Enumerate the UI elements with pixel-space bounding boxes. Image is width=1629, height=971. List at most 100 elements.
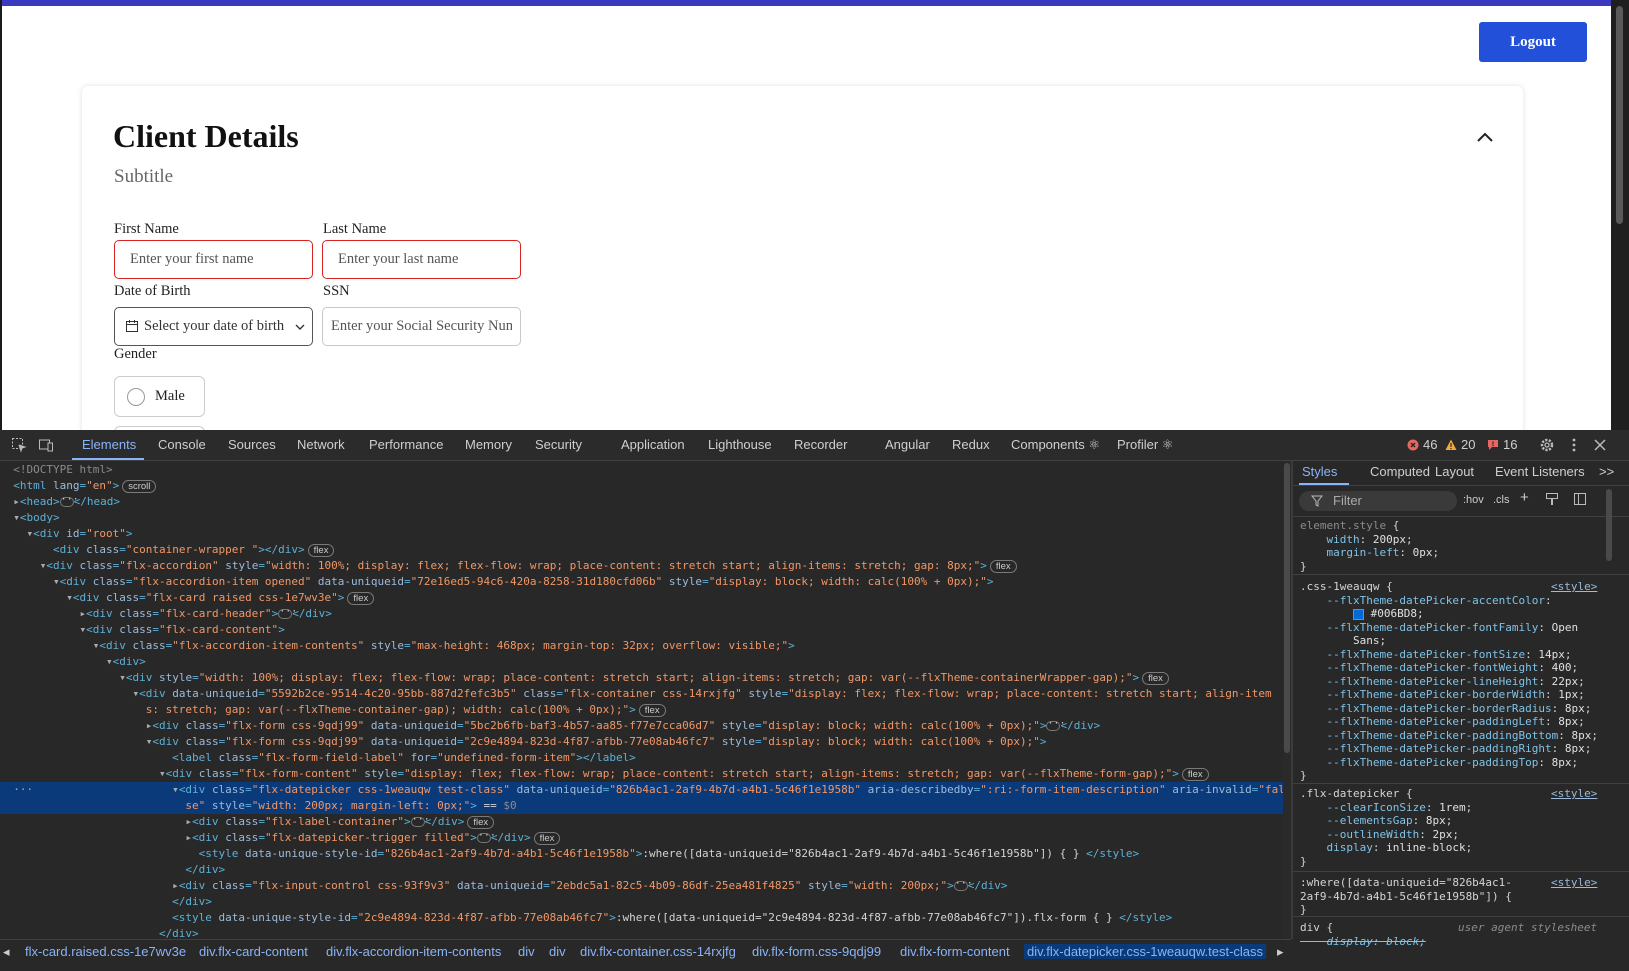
dom-node[interactable]: ▾<div> xyxy=(0,654,1283,670)
paint-brush-icon[interactable] xyxy=(1545,492,1559,506)
breadcrumb-scroll-right[interactable]: ▸ xyxy=(1277,944,1284,960)
dom-node[interactable]: <!DOCTYPE html> xyxy=(0,462,1283,478)
style-source-link[interactable]: <style> xyxy=(1551,580,1597,594)
dom-node[interactable]: ▾<div class="flx-accordion" style="width… xyxy=(0,558,1283,574)
page-scrollbar-thumb[interactable] xyxy=(1616,6,1623,224)
device-toolbar-icon[interactable] xyxy=(38,437,54,453)
dom-node[interactable]: ▾<div class="flx-accordion-item opened" … xyxy=(0,574,1283,590)
styles-scrollbar-thumb[interactable] xyxy=(1606,489,1612,561)
dom-node[interactable]: ▸<head>···</head> xyxy=(0,494,1283,510)
elements-tree[interactable]: <!DOCTYPE html> <html lang="en"> scroll ▸… xyxy=(0,461,1283,939)
breadcrumb-item[interactable]: div.flx-form.css-9qdj99 xyxy=(752,944,881,959)
style-source-link[interactable]: <style> xyxy=(1551,876,1597,890)
breadcrumb-item[interactable]: div xyxy=(518,944,535,959)
tab-profiler[interactable]: Profiler ⚛ xyxy=(1117,437,1173,453)
dom-node[interactable]: ▸<div class="flx-card-header">···</div> xyxy=(0,606,1283,622)
dom-node[interactable]: ▾<body> xyxy=(0,510,1283,526)
chevron-down-icon xyxy=(295,324,305,330)
logout-button[interactable]: Logout xyxy=(1479,22,1587,62)
dom-node[interactable]: ▾<div class="flx-form css-9qdj99" data-u… xyxy=(0,734,1283,750)
tab-recorder[interactable]: Recorder xyxy=(794,437,847,452)
divider xyxy=(1293,783,1629,784)
tab-computed[interactable]: Computed xyxy=(1370,465,1430,479)
style-rule[interactable]: element.style { width: 200px; margin-lef… xyxy=(1300,519,1439,573)
breadcrumb-scroll-left[interactable]: ◂ xyxy=(3,944,10,960)
tab-lighthouse[interactable]: Lighthouse xyxy=(708,437,772,452)
tab-application[interactable]: Application xyxy=(621,437,685,452)
dom-node[interactable]: <div class="container-wrapper "></div> fl… xyxy=(0,542,1283,558)
dom-node-selected[interactable]: ··· ▾<div class="flx-datepicker css-1wea… xyxy=(0,782,1283,798)
dom-node[interactable]: </div> xyxy=(0,862,1283,878)
page-scrollbar[interactable] xyxy=(1611,0,1629,430)
breadcrumb-item-active[interactable]: div.flx-datepicker.css-1weauqw.test-clas… xyxy=(1024,944,1267,959)
tab-console[interactable]: Console xyxy=(158,437,206,452)
dom-node[interactable]: ▸<div class="flx-label-container">···</d… xyxy=(0,814,1283,830)
styles-filter-input[interactable]: Filter xyxy=(1299,491,1457,511)
style-rule[interactable]: div { display: block; xyxy=(1300,921,1426,948)
elements-scrollbar-thumb[interactable] xyxy=(1284,463,1290,753)
dom-node[interactable]: ▾<div data-uniqueid="5592b2ce-9514-4c20-… xyxy=(0,686,1283,702)
ssn-input[interactable] xyxy=(322,307,521,346)
color-swatch[interactable] xyxy=(1352,608,1364,620)
inspect-element-icon[interactable] xyxy=(11,437,27,453)
first-name-input[interactable] xyxy=(114,240,313,279)
breadcrumb-item[interactable]: div xyxy=(549,944,566,959)
dom-node[interactable]: <html lang="en"> scroll xyxy=(0,478,1283,494)
tab-angular[interactable]: Angular xyxy=(885,437,930,452)
style-rule[interactable]: :where([data-uniqueid="826b4ac1- 2af9-4b… xyxy=(1300,876,1512,917)
style-source-link[interactable]: <style> xyxy=(1551,787,1597,801)
breadcrumb-item[interactable]: div.flx-accordion-item-contents xyxy=(326,944,501,959)
tab-styles[interactable]: Styles xyxy=(1302,465,1337,479)
tab-elements[interactable]: Elements xyxy=(82,437,136,452)
styles-scrollbar[interactable] xyxy=(1605,487,1613,937)
style-rule[interactable]: .css-1weauqw { --flxTheme-datePicker-acc… xyxy=(1300,580,1598,783)
breadcrumb-item[interactable]: flx-card.raised.css-1e7wv3e xyxy=(25,944,186,959)
dom-node[interactable]: </div> xyxy=(0,894,1283,910)
tab-redux[interactable]: Redux xyxy=(952,437,990,452)
dom-node[interactable]: ▸<div class="flx-datepicker-trigger fill… xyxy=(0,830,1283,846)
class-toggle-button[interactable]: .cls xyxy=(1493,494,1510,508)
gender-option-male[interactable]: Male xyxy=(114,376,205,417)
dom-node[interactable]: ▸<div class="flx-input-control css-93f9v… xyxy=(0,878,1283,894)
tab-layout[interactable]: Layout xyxy=(1435,465,1474,479)
more-options-icon[interactable] xyxy=(1566,437,1582,453)
dom-node[interactable]: ▾<div class="flx-card-content"> xyxy=(0,622,1283,638)
breadcrumb-item[interactable]: div.flx-form-content xyxy=(900,944,1010,959)
close-icon[interactable] xyxy=(1592,437,1608,453)
dom-node[interactable]: <style data-unique-style-id="826b4ac1-2a… xyxy=(0,846,1283,862)
tab-security[interactable]: Security xyxy=(535,437,582,452)
chevron-up-icon[interactable] xyxy=(1475,130,1495,144)
tab-sources[interactable]: Sources xyxy=(228,437,276,452)
dob-label: Date of Birth xyxy=(114,283,191,299)
dom-node[interactable]: ▾<div class="flx-card raised css-1e7wv3e… xyxy=(0,590,1283,606)
last-name-input[interactable] xyxy=(322,240,521,279)
gear-icon[interactable] xyxy=(1539,437,1555,453)
dom-node[interactable]: </div> xyxy=(0,926,1283,939)
dob-datepicker-trigger[interactable]: Select your date of birth xyxy=(114,307,313,346)
error-count[interactable]: 46 xyxy=(1423,437,1437,452)
issues-count[interactable]: 16 xyxy=(1503,437,1517,452)
dom-node[interactable]: ▾<div class="flx-accordion-item-contents… xyxy=(0,638,1283,654)
breadcrumb-item[interactable]: div.flx-container.css-14rxjfg xyxy=(580,944,736,959)
dom-node[interactable]: ▾<div style="width: 100%; display: flex;… xyxy=(0,670,1283,686)
breadcrumb-item[interactable]: div.flx-card-content xyxy=(199,944,308,959)
dom-node[interactable]: s: stretch; gap: var(--flxTheme-containe… xyxy=(0,702,1283,718)
dom-node[interactable]: ▸<div class="flx-form css-9qdj99" data-u… xyxy=(0,718,1283,734)
sidebar-toggle-icon[interactable] xyxy=(1573,492,1587,506)
tab-performance[interactable]: Performance xyxy=(369,437,443,452)
dom-node[interactable]: <style data-unique-style-id="2c9e4894-82… xyxy=(0,910,1283,926)
warning-count[interactable]: 20 xyxy=(1461,437,1475,452)
more-tabs-icon[interactable]: >> xyxy=(1599,465,1614,479)
dom-node[interactable]: <label class="flx-form-field-label" for=… xyxy=(0,750,1283,766)
elements-scrollbar[interactable] xyxy=(1283,461,1291,939)
dom-node[interactable]: ▾<div class="flx-form-content" style="di… xyxy=(0,766,1283,782)
tab-network[interactable]: Network xyxy=(297,437,345,452)
dom-node-selected[interactable]: se" style="width: 200px; margin-left: 0p… xyxy=(0,798,1283,814)
tab-memory[interactable]: Memory xyxy=(465,437,512,452)
tab-event-listeners[interactable]: Event Listeners xyxy=(1495,465,1585,479)
tab-components[interactable]: Components ⚛ xyxy=(1011,437,1100,453)
new-rule-icon[interactable]: + xyxy=(1520,490,1529,504)
hover-state-button[interactable]: :hov xyxy=(1463,494,1484,508)
dom-node[interactable]: ▾<div id="root"> xyxy=(0,526,1283,542)
style-rule[interactable]: .flx-datepicker { --clearIconSize: 1rem;… xyxy=(1300,787,1472,868)
